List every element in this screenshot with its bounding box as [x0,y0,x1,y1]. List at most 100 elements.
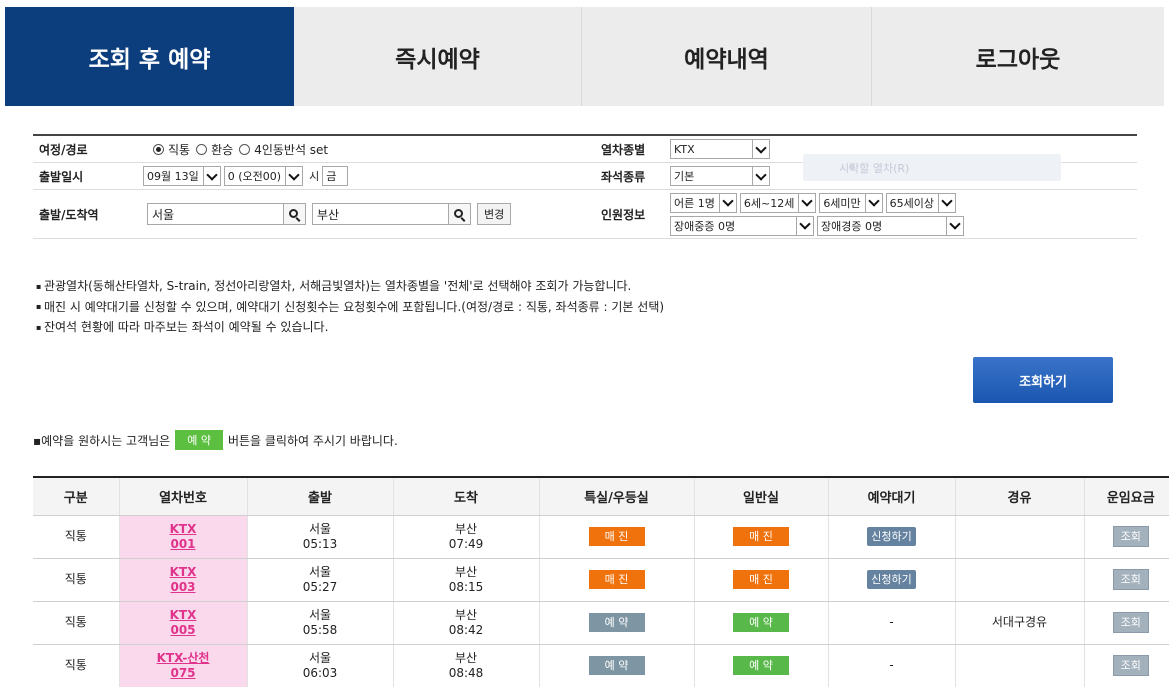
tab-reservation-history[interactable]: 예약내역 [582,7,872,106]
cell-kind: 직통 [33,515,120,559]
depart-station: 서울 [308,607,332,622]
train-number-link[interactable]: KTX 005 [170,608,197,637]
cell-kind: 직통 [33,644,120,687]
cell-standard: 매 진 [694,558,829,602]
train-type: KTX [169,564,197,579]
cell-first-class: 매 진 [539,558,695,602]
cell-via [955,515,1085,559]
depart-station: 서울 [308,564,332,579]
first-class-button[interactable]: 예 약 [588,613,645,632]
train-number-link[interactable]: KTX 003 [170,565,197,594]
table-row: 직통 KTX-산천 075 서울 06:03 부산 08:48 예 약 예 약 - 조… [33,644,1169,687]
fare-lookup-button[interactable]: 조회 [1112,569,1149,590]
hour-select[interactable]: 0 (오전00) [223,166,304,186]
radio-checked-icon [153,143,164,155]
train-number-link[interactable]: KTX 001 [170,522,197,551]
train-number: 075 [170,665,196,680]
cell-via: 서대구경유 [955,601,1085,645]
disabled-severe-select[interactable]: 장애중증 0명 [670,215,814,236]
search-button[interactable]: 조회하기 [973,357,1113,403]
radio-transfer-label: 환승 [211,142,234,157]
seat-type-label: 좌석종류 [601,169,646,184]
date-select[interactable]: 09월 13일 [143,166,221,186]
infant-select[interactable]: 6세미만 [819,192,883,213]
guide-reserve-badge: 예 약 [175,430,223,450]
radio-group4-label: 4인동반석 set [254,142,329,157]
child-select[interactable]: 6세~12세 [739,192,817,213]
seat-type-value: 기본 [674,170,695,183]
fare-lookup-button[interactable]: 조회 [1112,612,1149,633]
main-tabs: 조회 후 예약 즉시예약 예약내역 로그아웃 [5,7,1164,106]
chevron-down-icon [796,216,813,235]
chevron-down-icon [285,167,302,185]
senior-select[interactable]: 65세이상 [885,192,957,213]
train-type-select[interactable]: KTX [670,139,770,159]
train-number-link[interactable]: KTX-산천 075 [157,651,210,680]
waitlist-apply-button[interactable]: 신청하기 [867,570,916,589]
chevron-down-icon [946,216,963,235]
radio-group4-set[interactable]: 4인동반석 set [239,141,328,158]
swap-stations-button[interactable]: 변경 [477,203,512,225]
arrive-station: 부산 [454,521,478,536]
cell-first-class: 예 약 [539,601,695,645]
tab-logout[interactable]: 로그아웃 [872,7,1164,106]
guide-suffix: 버튼을 클릭하여 주시기 바랍니다. [227,433,398,448]
cell-standard: 예 약 [694,644,829,687]
first-class-button[interactable]: 매 진 [588,527,645,546]
fare-lookup-button[interactable]: 조회 [1112,655,1149,676]
passengers-row-1: 어른 1명 6세~12세 6세미만 65세이상 [670,192,959,213]
cell-via [955,558,1085,602]
route-label: 여정/경로 [33,136,117,162]
route-options: 직통 환승 4인동반석 set [117,136,581,162]
col-depart: 출발 [247,477,394,516]
first-class-button[interactable]: 예 약 [588,656,645,675]
chevron-down-icon [752,167,769,185]
radio-unchecked-icon [239,143,251,155]
cell-arrive: 부산 07:49 [393,515,540,559]
notice-item: 관광열차(동해산타열차, S-train, 정선아리랑열차, 서해금빛열차)는 … [36,276,664,297]
form-row-stations: 출발/도착역 서울 부산 변경 인원정보 어른 1명 6세~12세 6세미만 6… [33,190,1137,238]
table-row: 직통 KTX 003 서울 05:27 부산 08:15 매 진 매 진 신청하기 조… [33,558,1169,602]
col-first-class: 특실/우등실 [539,477,695,516]
waitlist-apply-button[interactable]: 신청하기 [867,527,916,546]
disabled-mild-select[interactable]: 장애경증 0명 [817,215,964,236]
depart-station-input[interactable]: 서울 [147,203,284,225]
standard-button[interactable]: 예 약 [733,613,789,632]
depart-station: 서울 [308,521,332,536]
fare-lookup-button[interactable]: 조회 [1112,526,1149,547]
radio-direct[interactable]: 직통 [153,141,190,158]
cell-fare: 조회 [1084,558,1169,602]
cell-waitlist: - [828,601,956,645]
arrive-station-input[interactable]: 부산 [312,203,449,225]
cell-arrive: 부산 08:15 [393,558,540,602]
hour-suffix: 시 [309,170,320,183]
cell-fare: 조회 [1084,601,1169,645]
cell-arrive: 부산 08:48 [393,644,540,687]
radio-transfer[interactable]: 환승 [196,141,233,158]
passengers-row-2: 장애중증 0명 장애경증 0명 [670,215,967,236]
seat-type-select[interactable]: 기본 [670,166,770,186]
col-fare: 운임요금 [1084,477,1169,516]
cell-kind: 직통 [33,558,120,602]
datetime-fields: 09월 13일 0 (오전00) 시 금 [117,163,581,189]
standard-button[interactable]: 매 진 [733,527,789,546]
tab-search-reserve[interactable]: 조회 후 예약 [5,7,294,106]
chevron-down-icon [718,193,736,212]
depart-search-button[interactable] [284,203,306,225]
first-class-button[interactable]: 매 진 [588,570,645,589]
notice-item: 잔여석 현황에 따라 마주보는 좌석이 예약될 수 있습니다. [36,317,664,338]
depart-station: 서울 [308,650,332,665]
guide-prefix: ▪예약을 원하시는 고객님은 [33,433,171,448]
chevron-down-icon [798,193,815,212]
cell-train-no: KTX-산천 075 [119,644,248,687]
standard-button[interactable]: 예 약 [733,656,789,675]
arrive-search-button[interactable] [449,203,471,225]
tab-instant-reserve[interactable]: 즉시예약 [294,7,582,106]
waitlist-na: - [889,615,894,629]
cell-waitlist: 신청하기 [828,515,956,559]
cell-arrive: 부산 08:42 [393,601,540,645]
standard-button[interactable]: 매 진 [733,570,789,589]
search-icon [289,208,298,218]
passengers-label: 인원정보 [601,207,646,222]
adult-select[interactable]: 어른 1명 [670,192,737,213]
